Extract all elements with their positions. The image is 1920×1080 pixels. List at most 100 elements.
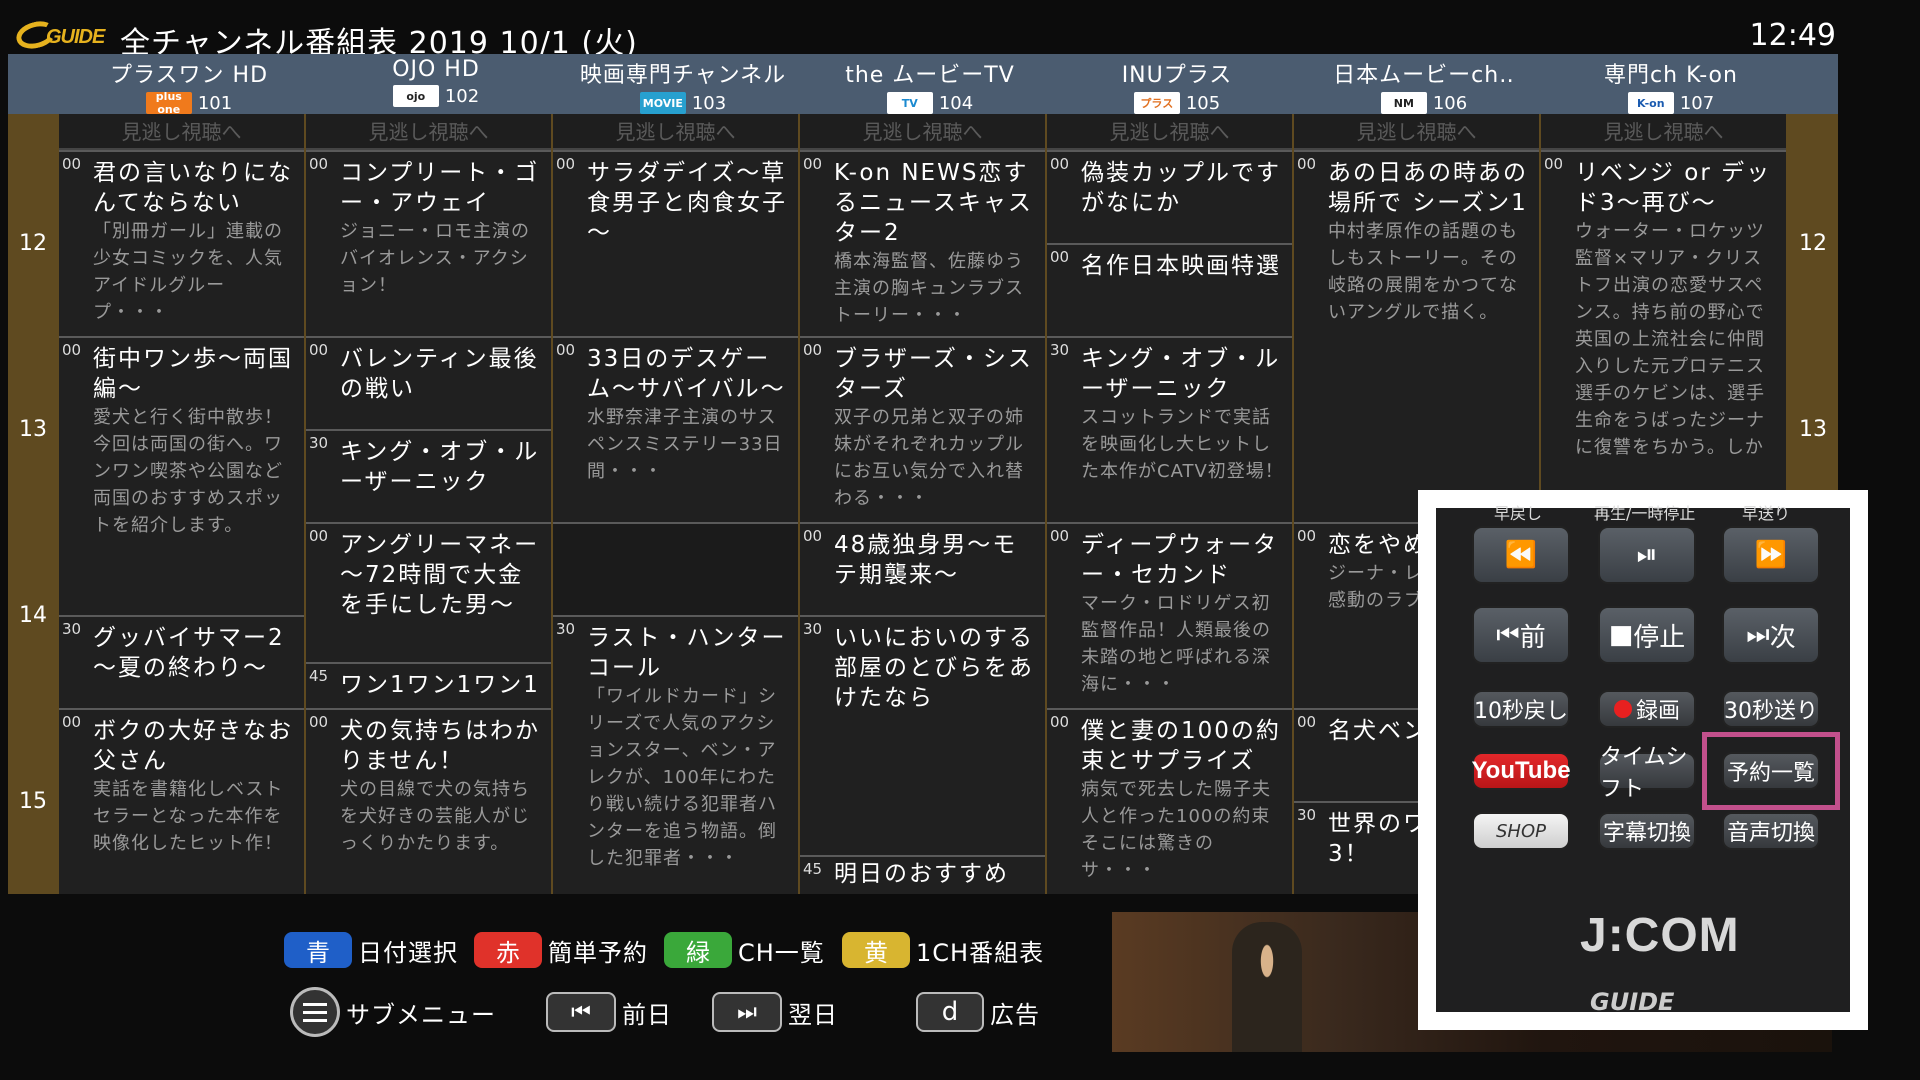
channel-105[interactable]: INUプラス プラス 105 <box>1054 54 1300 114</box>
channel-logo-icon: MOVIE <box>639 92 686 114</box>
timeshift-label: タイムシフト <box>1600 745 1688 802</box>
program-cell[interactable]: 00 ディープウォーター・セカンド マーク・ロドリゲス初監督作品！人類最後の未踏… <box>1047 522 1292 708</box>
blue-key-label: 日付選択 <box>358 938 458 967</box>
prev-chapter-button[interactable]: ⏮ 前 <box>1472 606 1570 664</box>
program-title: 名作日本映画特選 <box>1081 253 1281 279</box>
yellow-badge: 黄 <box>842 932 910 968</box>
program-cell[interactable]: 30 キング・オブ・ルーザーニック スコットランドで実話を映画化し大ヒットした本… <box>1047 336 1292 522</box>
channel-102[interactable]: OJO HD ojo 102 <box>313 54 559 114</box>
next-chapter-button[interactable]: ⏭ 次 <box>1722 606 1820 664</box>
yellow-key[interactable]: 黄 1CH番組表 <box>842 930 1044 970</box>
program-start-minute: 00 <box>309 155 329 173</box>
program-cell[interactable]: 00 街中ワン歩～両国編～ 愛犬と行く街中散歩！ 今回は両国の街へ。ワンワン喫茶… <box>59 336 304 615</box>
program-cell[interactable]: 30 キング・オブ・ルーザーニック <box>306 429 551 522</box>
submenu-label: サブメニュー <box>346 1000 496 1029</box>
timeshift-button[interactable]: タイムシフト <box>1598 745 1696 802</box>
program-description: 犬の目線で犬の気持ちを犬好きの芸能人がじっくりかたります。 <box>340 779 530 854</box>
missed-viewing-link[interactable]: 見逃し視聴へ <box>1294 114 1539 150</box>
blue-key[interactable]: 青 日付選択 <box>284 930 458 970</box>
program-start-minute: 00 <box>62 713 82 731</box>
program-cell[interactable]: 00 あの日あの時あの場所で シーズン1 中村孝原作の話題のもしもストーリー。そ… <box>1294 150 1539 522</box>
audio-switch-label: 音声切換 <box>1726 821 1815 846</box>
submenu-key[interactable]: サブメニュー <box>290 986 496 1038</box>
channel-104[interactable]: the ムービーTV TV 104 <box>807 54 1053 114</box>
program-description: ウォーター・ロケッツ監督×マリア・クリストフ出演の恋愛サスペンス。持ち前の野心で… <box>1575 221 1765 458</box>
gguide-logo: GUIDE <box>13 17 105 53</box>
program-title: ワン1ワン1ワン1 <box>340 672 540 698</box>
channel-number: 101 <box>197 92 233 114</box>
channel-column-105: 見逃し視聴へ 00 偽装カップルですがなにか 00 名作日本映画特選 30 キン… <box>1047 114 1292 894</box>
program-title: K-on NEWS恋するニュースキャスター2 <box>834 160 1033 246</box>
channel-107[interactable]: 専門ch K-on K-on 107 <box>1548 54 1794 114</box>
program-start-minute: 00 <box>803 155 823 173</box>
program-start-minute: 00 <box>556 341 576 359</box>
logo-word: GUIDE <box>46 26 105 48</box>
program-start-minute: 30 <box>309 434 329 452</box>
missed-viewing-link[interactable]: 見逃し視聴へ <box>1541 114 1786 150</box>
program-start-minute: 30 <box>556 620 576 638</box>
program-start-minute: 00 <box>62 341 82 359</box>
program-cell[interactable]: 00 僕と妻の100の約束とサプライズ 病気で死去した陽子夫人と作った100の約… <box>1047 708 1292 894</box>
program-cell[interactable]: 30 グッバイサマー2～夏の終わり～ <box>59 615 304 708</box>
program-cell[interactable]: 00 犬の気持ちはわかりません！ 犬の目線で犬の気持ちを犬好きの芸能人がじっくり… <box>306 708 551 894</box>
program-cell[interactable]: 00 48歳独身男～モテ期襲来～ <box>800 522 1045 615</box>
shop-button[interactable]: SHOP <box>1472 812 1570 850</box>
ad-key[interactable]: d 広告 <box>916 992 1040 1032</box>
hour-label: 12 <box>1799 230 1827 256</box>
youtube-button[interactable]: YouTube <box>1471 752 1571 790</box>
missed-viewing-link[interactable]: 見逃し視聴へ <box>553 114 798 150</box>
program-cell[interactable]: 45 明日のおすすめ <box>800 855 1045 894</box>
program-cell[interactable]: 00 サラダデイズ～草食男子と肉食女子～ <box>553 150 798 336</box>
program-cell[interactable]: 00 ブラザーズ・シスターズ 双子の兄弟と双子の姉妹がそれぞれカップルにお互い気… <box>800 336 1045 522</box>
program-start-minute: 00 <box>62 155 82 173</box>
stop-label: 停止 <box>1633 622 1686 653</box>
back-10s-button[interactable]: 10秒戻し <box>1472 690 1570 728</box>
channel-103[interactable]: 映画専門チャンネル MOVIE 103 <box>560 54 806 114</box>
program-cell[interactable]: 00 君の言いなりになんてならない 「別冊ガール」連載の少女コミックを、人気アイ… <box>59 150 304 336</box>
green-key[interactable]: 緑 CH一覧 <box>664 930 825 970</box>
rewind-button[interactable]: ⏪ <box>1472 526 1570 584</box>
program-cell[interactable]: 00 コンプリート・ゴー・アウェイ ジョニー・ロモ主演のバイオレンス・アクション… <box>306 150 551 336</box>
program-start-minute: 30 <box>62 620 82 638</box>
forward-30s-button[interactable]: 30秒送り <box>1722 690 1820 728</box>
missed-viewing-link[interactable]: 見逃し視聴へ <box>306 114 551 150</box>
missed-viewing-link[interactable]: 見逃し視聴へ <box>59 114 304 150</box>
red-key[interactable]: 赤 簡単予約 <box>474 930 648 970</box>
program-cell[interactable]: 00 K-on NEWS恋するニュースキャスター2 橋本海監督、佐藤ゆう主演の胸… <box>800 150 1045 336</box>
prev-day-key[interactable]: ⏮ 前日 <box>546 992 672 1032</box>
missed-viewing-link[interactable]: 見逃し視聴へ <box>1047 114 1292 150</box>
missed-viewing-link[interactable]: 見逃し視聴へ <box>800 114 1045 150</box>
program-cell[interactable]: 45 ワン1ワン1ワン1 <box>306 662 551 708</box>
top-bar: GUIDE 全チャンネル番組表 2019 10/1 (火) 12:49 <box>0 0 1920 61</box>
stop-button[interactable]: ■ 停止 <box>1598 606 1696 664</box>
channel-101[interactable]: プラスワン HD plus one 101 <box>66 54 312 116</box>
program-title: いいにおいのする部屋のとびらをあけたなら <box>834 625 1034 711</box>
program-cell[interactable]: 30 ラスト・ハンターコール 「ワイルドカード」シリーズで人気のアクションスター… <box>553 615 798 894</box>
program-cell[interactable]: 00 ボクの大好きなお父さん 実話を書籍化しベストセラーとなった本作を映像化した… <box>59 708 304 894</box>
next-day-key[interactable]: ⏭ 翌日 <box>712 992 838 1032</box>
program-cell[interactable]: 00 バレンティン最後の戦い <box>306 336 551 429</box>
fast-forward-button[interactable]: ⏩ <box>1722 526 1820 584</box>
channel-106[interactable]: 日本ムービーch‥ NM 106 <box>1301 54 1547 114</box>
program-cell[interactable]: 00 偽装カップルですがなにか <box>1047 150 1292 243</box>
play-pause-button[interactable]: ⏯ <box>1598 526 1696 584</box>
record-button[interactable]: 録画 <box>1598 690 1696 728</box>
prev-day-label: 前日 <box>622 1000 672 1029</box>
audio-switch-button[interactable]: 音声切換 <box>1722 812 1820 850</box>
channel-logo-icon: plus one <box>145 90 192 116</box>
program-cell[interactable]: 30 いいにおいのする部屋のとびらをあけたなら <box>800 615 1045 855</box>
channel-number: 105 <box>1185 92 1221 114</box>
channel-number: 103 <box>691 92 727 114</box>
channel-number: 107 <box>1679 92 1715 114</box>
channel-name: 日本ムービーch‥ <box>1333 63 1515 88</box>
green-badge: 緑 <box>664 932 732 968</box>
youtube-label: YouTube <box>1471 757 1571 784</box>
program-cell[interactable]: 00 33日のデスゲーム～サバイバル～ 水野奈津子主演のサスペンスミステリー33… <box>553 336 798 522</box>
program-title: 君の言いなりになんてならない <box>93 160 293 216</box>
subtitle-switch-button[interactable]: 字幕切換 <box>1598 812 1696 850</box>
program-cell[interactable]: 00 アングリーマネー～72時間で大金を手にした男～ <box>306 522 551 662</box>
program-start-minute: 00 <box>1297 155 1317 173</box>
program-start-minute: 00 <box>309 713 329 731</box>
program-cell[interactable]: 00 名作日本映画特選 <box>1047 243 1292 336</box>
program-title: 犬の気持ちはわかりません！ <box>340 718 540 774</box>
